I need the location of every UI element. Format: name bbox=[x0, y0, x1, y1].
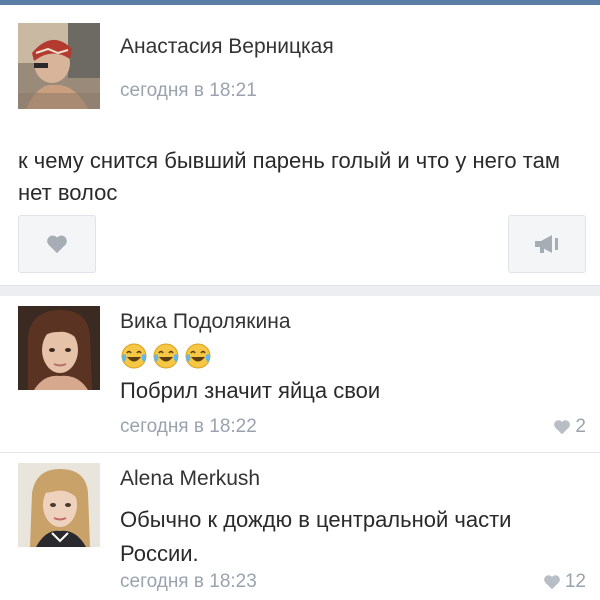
comment-author-name[interactable]: Вика Подолякина bbox=[120, 310, 291, 334]
megaphone-icon bbox=[535, 235, 558, 253]
post-timestamp[interactable]: сегодня в 18:21 bbox=[120, 80, 257, 102]
comment-like-button[interactable]: 12 bbox=[543, 571, 586, 593]
heart-icon bbox=[544, 575, 560, 590]
post-text: к чему снится бывший парень голый и что … bbox=[18, 148, 560, 205]
post-author-avatar[interactable] bbox=[18, 23, 100, 109]
comment-like-count: 12 bbox=[564, 571, 586, 592]
heart-icon bbox=[47, 235, 67, 254]
share-button[interactable] bbox=[508, 215, 586, 273]
comment-like-button[interactable]: 2 bbox=[553, 416, 586, 438]
comment: Alena Merkush Обычно к дождю в центральн… bbox=[0, 453, 600, 600]
comment-text: Обычно к дождю в центральной части Росси… bbox=[120, 507, 512, 566]
comment-text: Побрил значит яйца свои bbox=[120, 378, 381, 403]
face-with-tears-of-joy-icon bbox=[153, 343, 179, 369]
comment-author-avatar[interactable] bbox=[18, 463, 100, 547]
wall-post: Анастасия Верницкая сегодня в 18:21 к че… bbox=[0, 5, 600, 285]
comment-author-avatar[interactable] bbox=[18, 306, 100, 390]
post-author-name[interactable]: Анастасия Верницкая bbox=[120, 35, 334, 59]
face-with-tears-of-joy-icon bbox=[121, 343, 147, 369]
comment-timestamp[interactable]: сегодня в 18:22 bbox=[120, 416, 257, 438]
comment-author-name[interactable]: Alena Merkush bbox=[120, 467, 260, 491]
like-button[interactable] bbox=[18, 215, 96, 273]
comment-like-count: 2 bbox=[575, 416, 586, 437]
comment-timestamp[interactable]: сегодня в 18:23 bbox=[120, 571, 257, 593]
comment: Вика Подолякина Побрил значит яйца свои … bbox=[0, 296, 600, 450]
emoji-row bbox=[120, 342, 212, 370]
heart-icon bbox=[554, 420, 571, 435]
face-with-tears-of-joy-icon bbox=[185, 343, 211, 369]
